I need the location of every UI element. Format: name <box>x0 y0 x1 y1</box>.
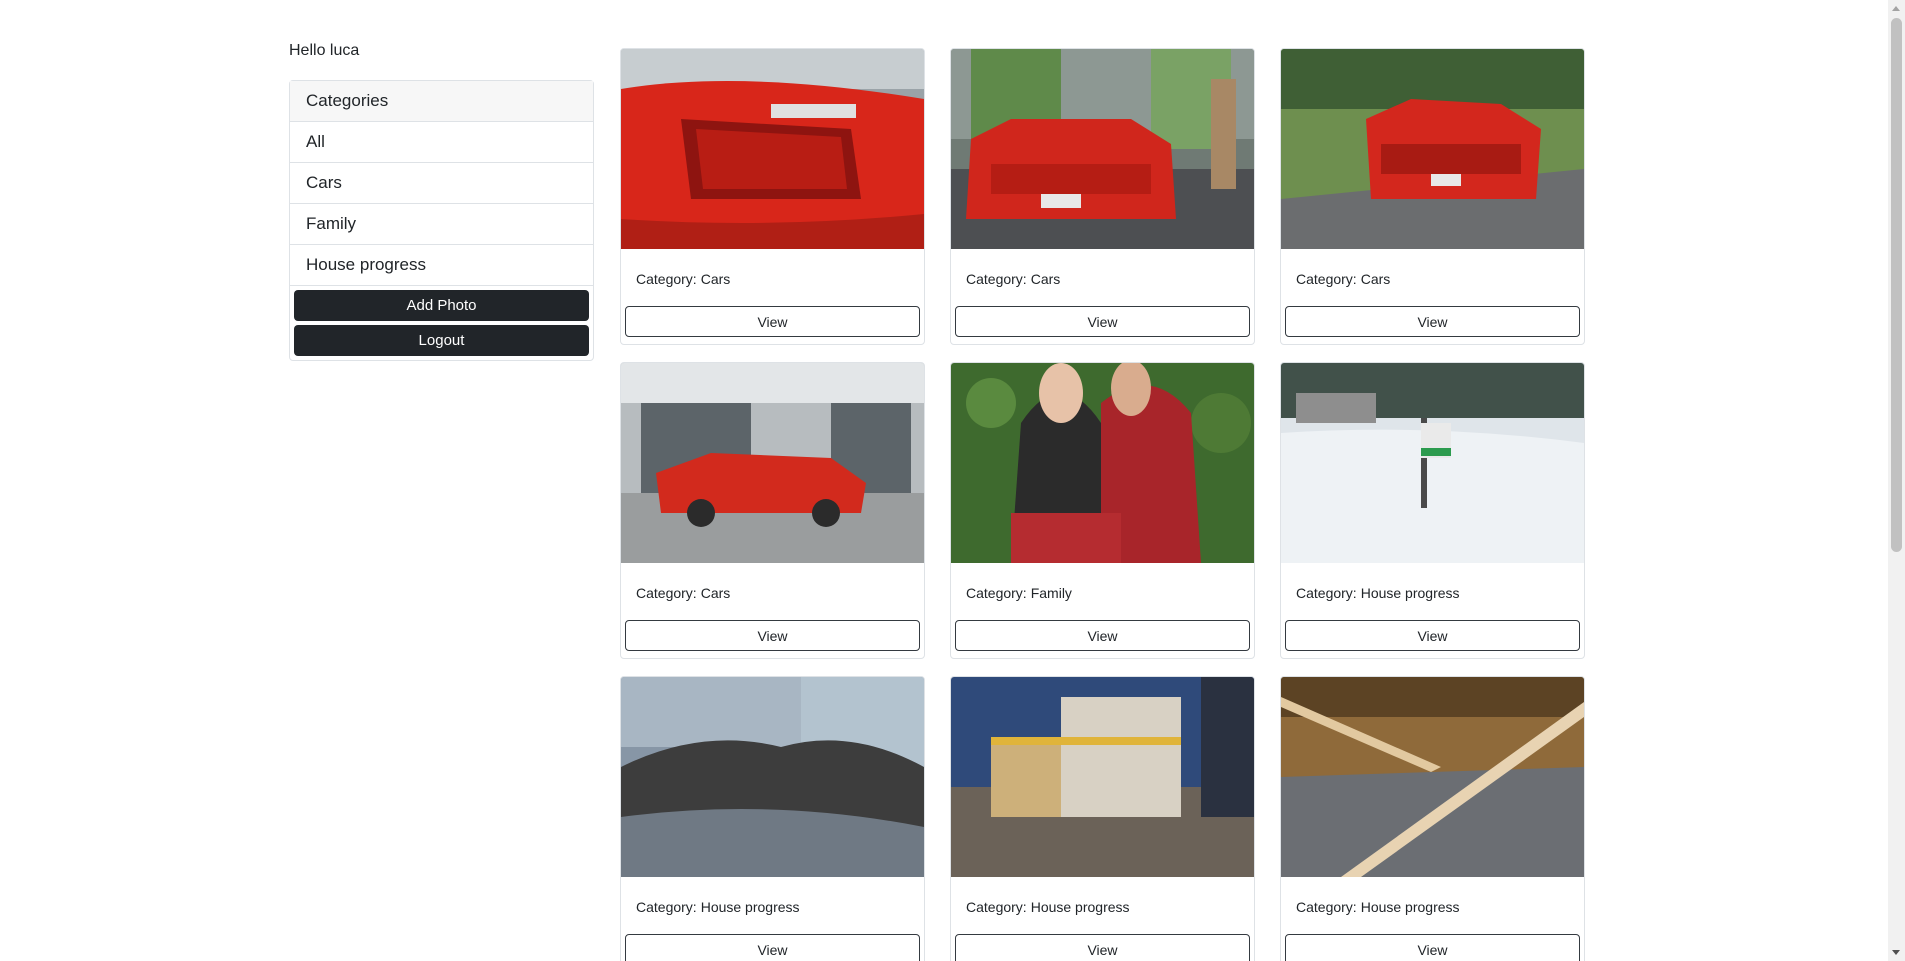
logout-button[interactable]: Logout <box>294 325 589 356</box>
photo-grid: Category:Cars View Category:Cars View <box>620 48 1585 961</box>
category-sidebar: Categories All Cars Family House progres… <box>289 80 594 361</box>
photo-card: Category: Cars View <box>1280 48 1585 345</box>
sidebar-item-family[interactable]: Family <box>290 204 593 245</box>
view-button[interactable]: View <box>1285 934 1580 961</box>
photo-category: Category: Cars <box>966 271 1061 287</box>
view-button[interactable]: View <box>625 620 920 651</box>
photo-category: Category: House progress <box>1296 899 1460 915</box>
view-button[interactable]: View <box>1285 620 1580 651</box>
photo-thumbnail[interactable] <box>951 363 1254 563</box>
photo-thumbnail[interactable] <box>621 677 924 877</box>
photo-card: Category: Cars View <box>620 362 925 659</box>
photo-card: Category: Cars View <box>950 48 1255 345</box>
photo-category: Category: Cars <box>636 271 731 287</box>
photo-thumbnail[interactable] <box>1281 677 1584 877</box>
add-photo-button[interactable]: Add Photo <box>294 290 589 321</box>
greeting-text: Hello luca <box>289 42 360 59</box>
view-button[interactable]: View <box>625 934 920 961</box>
photo-thumbnail[interactable] <box>951 677 1254 877</box>
view-button[interactable]: View <box>955 306 1250 337</box>
view-button[interactable]: View <box>955 620 1250 651</box>
photo-category: Category: House progress <box>636 899 800 915</box>
photo-thumbnail[interactable] <box>1281 49 1584 249</box>
photo-card: Category: House progress View <box>1280 362 1585 659</box>
photo-category: Category: House progress <box>1296 585 1460 601</box>
photo-thumbnail[interactable] <box>621 49 924 249</box>
sidebar-item-cars[interactable]: Cars <box>290 163 593 204</box>
scroll-thumb[interactable] <box>1891 18 1902 552</box>
photo-card: Category: House progress View <box>1280 676 1585 961</box>
photo-card: Category: House progress View <box>620 676 925 961</box>
photo-thumbnail[interactable] <box>1281 363 1584 563</box>
photo-card: Category: House progress View <box>950 676 1255 961</box>
photo-category: Category: Cars <box>1296 271 1391 287</box>
vertical-scrollbar[interactable] <box>1888 0 1905 961</box>
view-button[interactable]: View <box>625 306 920 337</box>
view-button[interactable]: View <box>955 934 1250 961</box>
scroll-up-icon[interactable] <box>1892 6 1900 11</box>
view-button[interactable]: View <box>1285 306 1580 337</box>
photo-thumbnail[interactable] <box>951 49 1254 249</box>
sidebar-item-house-progress[interactable]: House progress <box>290 245 593 286</box>
photo-category: Category: Family <box>966 585 1072 601</box>
photo-category: Category: House progress <box>966 899 1130 915</box>
gallery-page: Hello luca Categories All Cars Family Ho… <box>0 0 1905 961</box>
scroll-down-icon[interactable] <box>1892 950 1900 955</box>
photo-card: Category: Family View <box>950 362 1255 659</box>
photo-card: Category: Cars View <box>620 48 925 345</box>
sidebar-item-all[interactable]: All <box>290 122 593 163</box>
categories-header: Categories <box>290 81 593 122</box>
photo-thumbnail[interactable] <box>621 363 924 563</box>
photo-category: Category: Cars <box>636 585 731 601</box>
